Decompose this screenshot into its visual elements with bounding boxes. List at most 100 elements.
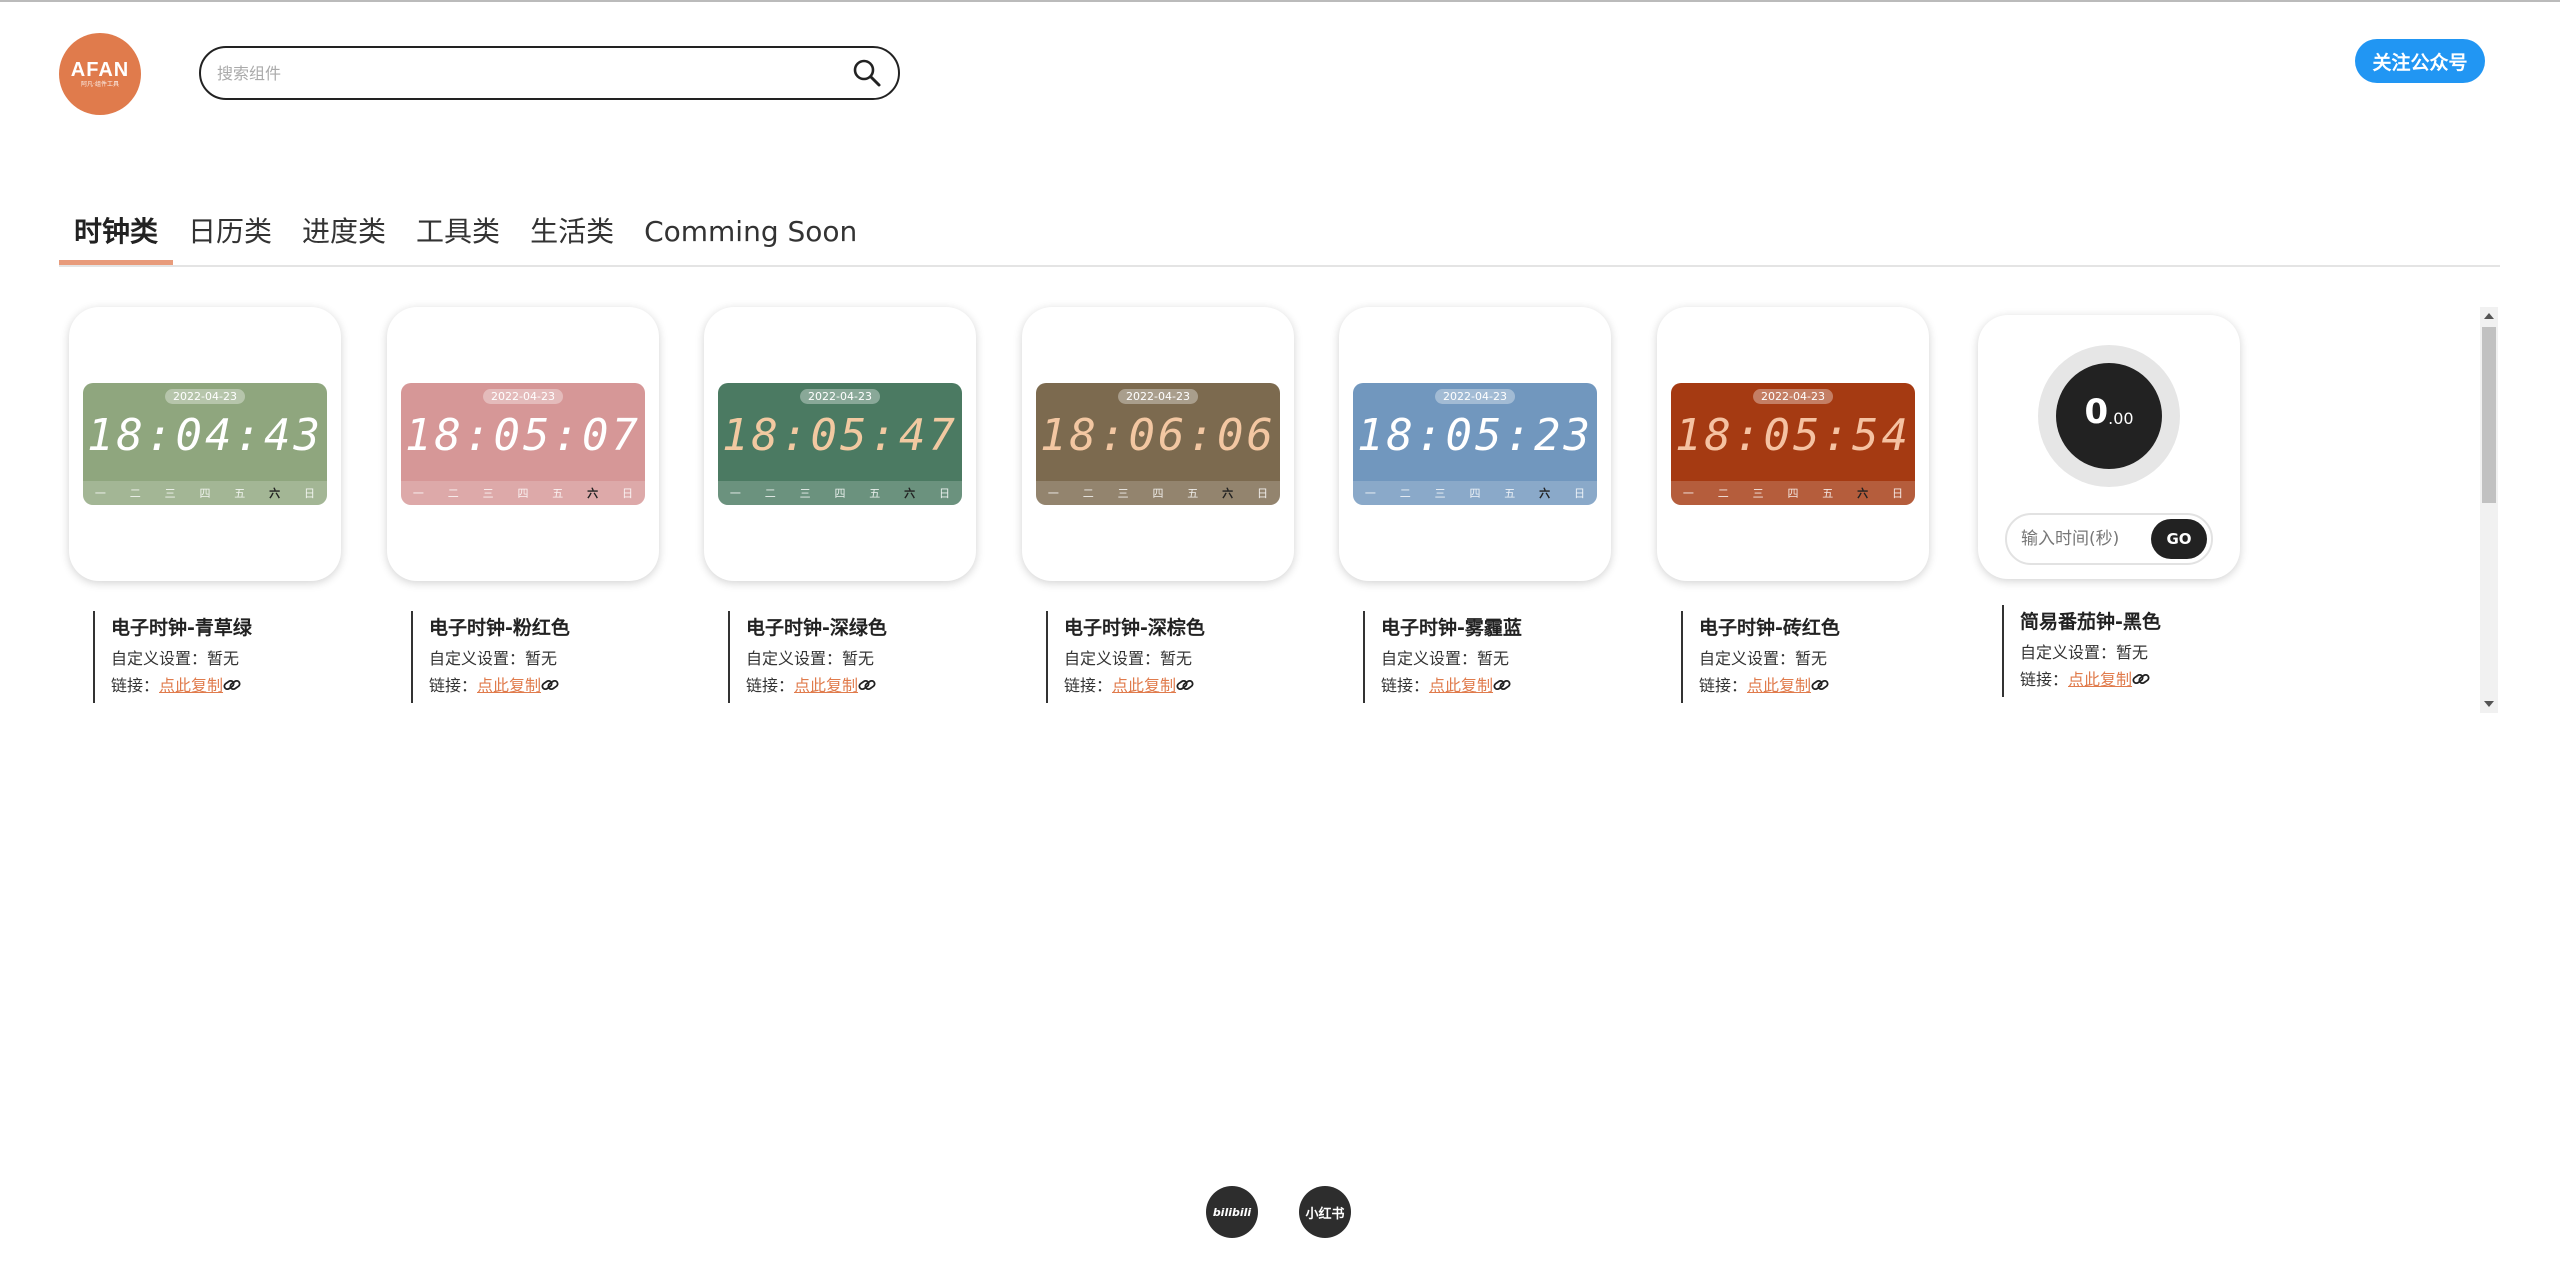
copy-link[interactable]: 点此复制 [1112, 676, 1176, 695]
logo-subtext: 阿凡·组件工具 [81, 81, 119, 88]
weekday-label: 五 [552, 487, 564, 500]
weekday-label: 三 [1434, 487, 1446, 500]
weekday-label: 一 [729, 487, 741, 500]
bilibili-icon[interactable]: bilibili [1206, 1186, 1258, 1238]
clock-time: 18:05:47 [722, 410, 958, 461]
widget-preview[interactable]: 2022-04-23 18:05:47 一 二 三 四 五 六 日 [704, 307, 976, 581]
copy-link[interactable]: 点此复制 [1429, 676, 1493, 695]
widget-card: 2022-04-23 18:04:43 一 二 三 四 五 六 日 电子时钟-青草绿 自定义… [69, 307, 341, 703]
logo[interactable]: AFAN 阿凡·组件工具 [59, 33, 141, 115]
weekday-label: 日 [1891, 487, 1903, 500]
xiaohongshu-label: 小红书 [1305, 1206, 1345, 1222]
weekday-label: 五 [1504, 487, 1516, 500]
link-icon[interactable] [2132, 672, 2150, 686]
card-meta: 电子时钟-砖红色 自定义设置：暂无 链接：点此复制 [1681, 611, 1929, 703]
link-icon[interactable] [1493, 678, 1511, 692]
top-border [0, 0, 2560, 2]
clock-time: 18:05:54 [1675, 410, 1911, 461]
digital-clock: 2022-04-23 18:04:43 一 二 三 四 五 六 日 [83, 383, 327, 505]
weekday-label: 二 [764, 487, 776, 500]
tab-clock[interactable]: 时钟类 [59, 205, 174, 265]
follow-button[interactable]: 关注公众号 [2355, 39, 2485, 83]
widget-preview[interactable]: 2022-04-23 18:05:54 一 二 三 四 五 六 日 [1657, 307, 1929, 581]
search-icon[interactable] [850, 56, 884, 90]
copy-link[interactable]: 点此复制 [794, 676, 858, 695]
setting-label: 自定义设置： [1064, 649, 1161, 668]
widget-card: 2022-04-23 18:05:54 一 二 三 四 五 六 日 电子时钟-砖红色 自定义… [1657, 307, 1929, 703]
weekday-bar: 一二三四五六日 [1036, 481, 1280, 505]
link-icon[interactable] [541, 678, 559, 692]
scroll-up-arrow[interactable] [2484, 313, 2494, 319]
scroll-down-arrow[interactable] [2484, 701, 2494, 707]
weekday-bar: 一二三四五六日 [1353, 481, 1597, 505]
widget-grid: 2022-04-23 18:04:43 一 二 三 四 五 六 日 电子时钟-青草绿 自定义… [59, 307, 2459, 705]
setting-label: 自定义设置： [1699, 649, 1796, 668]
weekday-label: 日 [1256, 487, 1268, 500]
copy-link[interactable]: 点此复制 [1747, 676, 1811, 695]
weekday-label: 六 [904, 487, 916, 500]
weekday-label: 日 [621, 487, 633, 500]
widget-preview[interactable]: 2022-04-23 18:05:23 一 二 三 四 五 六 日 [1339, 307, 1611, 581]
scrollbar-thumb[interactable] [2482, 327, 2496, 503]
weekday-label: 三 [482, 487, 494, 500]
weekday-label: 三 [164, 487, 176, 500]
setting-label: 自定义设置： [2020, 643, 2117, 662]
widget-preview[interactable]: 2022-04-23 18:04:43 一 二 三 四 五 六 日 [69, 307, 341, 581]
link-icon[interactable] [1811, 678, 1829, 692]
digital-clock: 2022-04-23 18:05:54 一 二 三 四 五 六 日 [1671, 383, 1915, 505]
copy-link[interactable]: 点此复制 [477, 676, 541, 695]
setting-value: 暂无 [207, 649, 240, 668]
pomodoro-time-input[interactable] [2021, 529, 2151, 549]
digital-clock: 2022-04-23 18:06:06 一 二 三 四 五 六 日 [1036, 383, 1280, 505]
link-label: 链接： [429, 676, 478, 695]
card-meta: 简易番茄钟-黑色 自定义设置：暂无 链接：点此复制 [2002, 605, 2250, 697]
tab-tools[interactable]: 工具类 [401, 205, 515, 265]
xiaohongshu-icon[interactable]: 小红书 [1299, 1186, 1351, 1238]
weekday-label: 一 [412, 487, 424, 500]
setting-label: 自定义设置： [746, 649, 843, 668]
copy-link[interactable]: 点此复制 [159, 676, 223, 695]
weekday-label: 日 [303, 487, 315, 500]
weekday-bar: 一二三四五六日 [1671, 481, 1915, 505]
clock-time: 18:05:23 [1357, 410, 1593, 461]
link-icon[interactable] [858, 678, 876, 692]
link-icon[interactable] [1176, 678, 1194, 692]
go-button[interactable]: GO [2151, 519, 2207, 559]
widget-card: 2022-04-23 18:05:23 一 二 三 四 五 六 日 电子时钟-雾霾蓝 自定义… [1339, 307, 1611, 703]
weekday-label: 四 [517, 487, 529, 500]
widget-preview[interactable]: 2022-04-23 18:05:07 一 二 三 四 五 六 日 [387, 307, 659, 581]
widget-card: 2022-04-23 18:06:06 一 二 三 四 五 六 日 电子时钟-深棕色 自定义… [1022, 307, 1294, 703]
weekday-label: 日 [1573, 487, 1585, 500]
tab-coming-soon[interactable]: Comming Soon [629, 205, 872, 265]
pomodoro-preview[interactable]: 0 .00 GO [1978, 315, 2240, 579]
card-title: 电子时钟-雾霾蓝 [1381, 617, 1522, 639]
weekday-label: 五 [234, 487, 246, 500]
pomodoro-dial: 0 .00 [2038, 345, 2180, 487]
weekday-label: 六 [1222, 487, 1234, 500]
card-title: 电子时钟-青草绿 [111, 617, 252, 639]
copy-link[interactable]: 点此复制 [2068, 670, 2132, 689]
weekday-label: 六 [587, 487, 599, 500]
search-input[interactable] [217, 63, 850, 83]
vertical-scrollbar[interactable] [2480, 307, 2498, 713]
clock-date: 2022-04-23 [800, 389, 880, 404]
setting-value: 暂无 [1795, 649, 1828, 668]
logo-text: AFAN [70, 59, 130, 81]
setting-value: 暂无 [1477, 649, 1510, 668]
digital-clock: 2022-04-23 18:05:23 一 二 三 四 五 六 日 [1353, 383, 1597, 505]
card-title: 电子时钟-深绿色 [746, 617, 887, 639]
tab-progress[interactable]: 进度类 [287, 205, 401, 265]
tab-life[interactable]: 生活类 [515, 205, 629, 265]
card-title: 电子时钟-粉红色 [429, 617, 570, 639]
link-label: 链接： [1064, 676, 1113, 695]
tab-calendar[interactable]: 日历类 [173, 205, 287, 265]
weekday-label: 五 [1822, 487, 1834, 500]
link-label: 链接： [2020, 670, 2069, 689]
weekday-label: 二 [1082, 487, 1094, 500]
widget-preview[interactable]: 2022-04-23 18:06:06 一 二 三 四 五 六 日 [1022, 307, 1294, 581]
bilibili-label: bilibili [1212, 1205, 1252, 1219]
weekday-label: 六 [1539, 487, 1551, 500]
clock-date: 2022-04-23 [1753, 389, 1833, 404]
link-icon[interactable] [223, 678, 241, 692]
setting-value: 暂无 [2116, 643, 2149, 662]
